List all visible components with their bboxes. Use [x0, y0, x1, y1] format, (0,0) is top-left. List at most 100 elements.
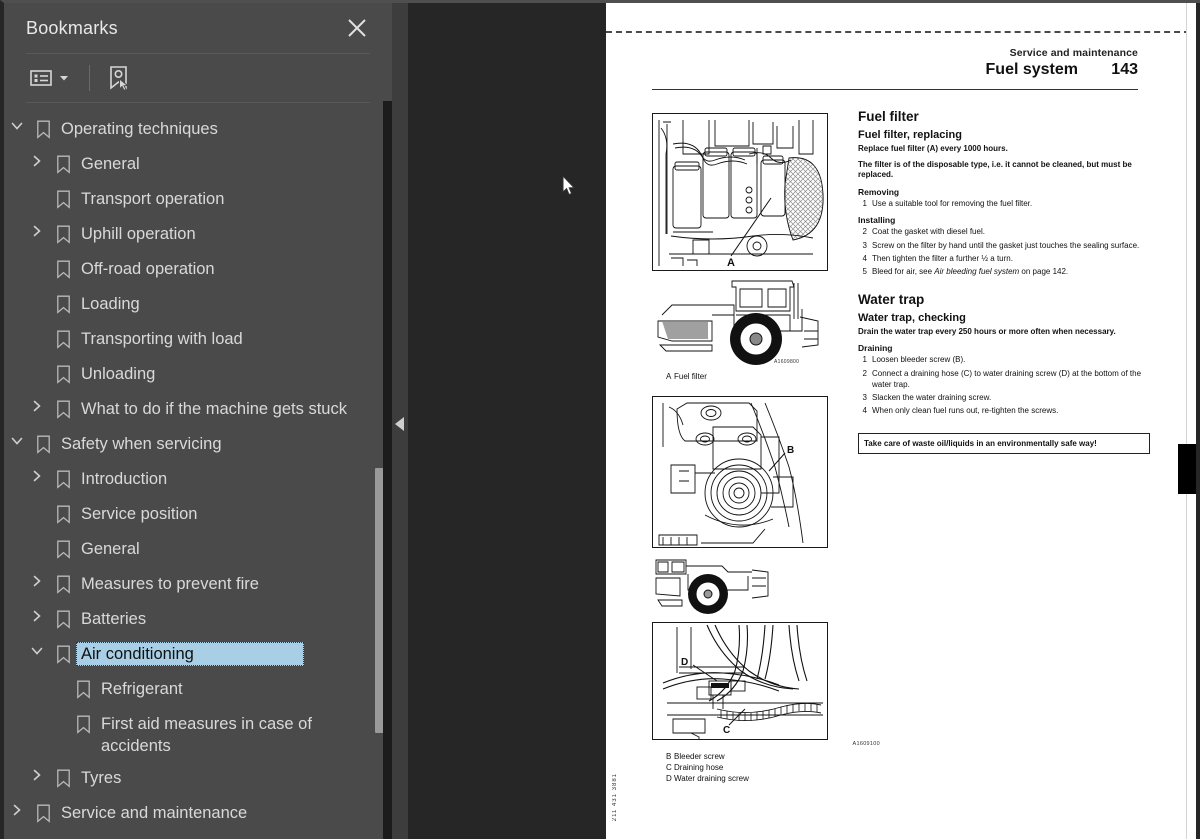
bookmark-label: Refrigerant	[101, 680, 183, 698]
bookmark-label: Service and maintenance	[61, 804, 248, 822]
bookmark-icon	[50, 607, 76, 629]
warning-box: Take care of waste oil/liquids in an env…	[858, 432, 1150, 454]
list-options-icon[interactable]	[26, 66, 73, 90]
step-number: 3	[862, 392, 867, 402]
bookmark-label: General	[81, 155, 140, 173]
step-text: Screw on the filter by hand until the ga…	[872, 240, 1140, 250]
bookmark-item-batteries[interactable]: Batteries	[4, 603, 370, 638]
bookmark-item-off-road-operation[interactable]: Off-road operation	[4, 253, 370, 288]
legend-text: Water draining screw	[674, 774, 749, 783]
section-subtitle: Water trap, checking	[858, 311, 966, 324]
chevron-down-icon[interactable]	[59, 74, 69, 82]
step-number: 4	[862, 253, 867, 263]
step-item: 2 Connect a draining hose (C) to water d…	[858, 369, 1150, 391]
legend-text: Fuel filter	[674, 372, 707, 381]
step-list: 1 Loosen bleeder screw (B). 2 Connect a …	[858, 355, 1150, 416]
bookmark-item-general[interactable]: General	[4, 533, 370, 568]
bookmark-icon	[50, 642, 76, 664]
step-item: 3 Screw on the filter by hand until the …	[858, 241, 1150, 252]
chevron-right-icon[interactable]	[24, 766, 50, 782]
group-label: Draining	[858, 343, 893, 354]
collapse-left-arrow-icon[interactable]	[394, 416, 406, 432]
bookmark-item-loading[interactable]: Loading	[4, 288, 370, 323]
bookmark-icon	[30, 432, 56, 454]
step-text: Loosen bleeder screw (B).	[872, 355, 966, 365]
bookmark-item-measures-to-prevent-fire[interactable]: Measures to prevent fire	[4, 568, 370, 603]
bookmark-item-what-to-do-if-the-machine-gets-stuck[interactable]: What to do if the machine gets stuck	[4, 393, 370, 428]
svg-text:C: C	[723, 725, 730, 736]
text-column: Fuel filter Fuel filter, replacing Repla…	[858, 109, 1150, 454]
panel-splitter[interactable]	[392, 3, 408, 839]
bookmark-icon	[70, 712, 96, 734]
page-number: 143	[1111, 61, 1138, 78]
window-right-edge	[1196, 3, 1200, 839]
chevron-down-icon[interactable]	[4, 117, 30, 133]
document-viewport: Service and maintenance Fuel system 143	[606, 0, 1200, 839]
toolbar-divider	[89, 65, 90, 91]
chevron-down-icon[interactable]	[24, 642, 50, 658]
machine-illustration: A1609800	[652, 275, 880, 367]
bookmark-label: Loading	[81, 295, 140, 313]
bookmark-item-first-aid-measures-in-case-of-accidents[interactable]: First aid measures in case of accidents	[4, 708, 370, 762]
chevron-down-icon[interactable]	[4, 432, 30, 448]
figure-draining: D C	[652, 622, 828, 740]
section-lead: Replace fuel filter (A) every 1000 hours…	[858, 144, 1008, 153]
chevron-right-icon[interactable]	[24, 467, 50, 483]
chevron-right-icon[interactable]	[24, 572, 50, 588]
bookmark-item-operating-techniques[interactable]: Operating techniques	[4, 113, 370, 148]
step-text: Then tighten the filter a further ½ a tu…	[872, 253, 1013, 263]
bookmark-item-air-conditioning[interactable]: Air conditioning	[4, 638, 370, 673]
bookmark-item-service-and-maintenance[interactable]: Service and maintenance	[4, 797, 370, 832]
bookmark-item-refrigerant[interactable]: Refrigerant	[4, 673, 370, 708]
bookmark-item-transporting-with-load[interactable]: Transporting with load	[4, 323, 370, 358]
bookmark-label: Transporting with load	[81, 330, 243, 348]
step-text: Use a suitable tool for removing the fue…	[872, 198, 1033, 208]
bookmark-item-safety-when-servicing[interactable]: Safety when servicing	[4, 428, 370, 463]
bookmark-icon	[50, 502, 76, 524]
chevron-right-icon[interactable]	[4, 801, 30, 817]
bookmark-item-tyres[interactable]: Tyres	[4, 762, 370, 797]
header-section: Fuel system	[985, 61, 1078, 78]
bookmark-item-unloading[interactable]: Unloading	[4, 358, 370, 393]
engine-line-drawing: A	[653, 114, 827, 270]
bookmark-pointer-icon[interactable]	[106, 65, 132, 91]
legend-item: D Water draining screw	[652, 773, 880, 784]
figure-water-trap: B	[652, 396, 828, 548]
step-list: 2 Coat the gasket with diesel fuel. 3 Sc…	[858, 227, 1150, 278]
chevron-right-icon[interactable]	[24, 152, 50, 168]
step-item: 3 Slacken the water draining screw.	[858, 393, 1150, 404]
figure-id-1: A1609800	[774, 359, 799, 365]
figure-fuel-filter: A	[652, 113, 828, 271]
header-chapter: Service and maintenance	[1009, 47, 1138, 59]
legend-key: D	[666, 774, 672, 783]
legend-item: B Bleeder screw	[652, 751, 880, 762]
close-icon[interactable]	[344, 15, 370, 41]
bookmark-icon	[50, 257, 76, 279]
bookmark-label: General	[81, 540, 140, 558]
section-note: The filter is of the disposable type, i.…	[858, 159, 1132, 180]
bookmark-item-service-position[interactable]: Service position	[4, 498, 370, 533]
chevron-right-icon[interactable]	[24, 397, 50, 413]
bookmark-item-general[interactable]: General	[4, 148, 370, 183]
chevron-right-icon[interactable]	[24, 607, 50, 623]
svg-text:B: B	[787, 445, 794, 456]
bookmark-item-introduction[interactable]: Introduction	[4, 463, 370, 498]
step-item: 5 Bleed for air, see Air bleeding fuel s…	[858, 267, 1150, 278]
bookmark-label: Introduction	[81, 470, 168, 488]
bookmark-item-uphill-operation[interactable]: Uphill operation	[4, 218, 370, 253]
bookmark-item-transport-operation[interactable]: Transport operation	[4, 183, 370, 218]
step-text: Coat the gasket with diesel fuel.	[872, 227, 985, 237]
bookmark-label: Off-road operation	[81, 260, 215, 278]
bookmark-label: Operating techniques	[61, 120, 218, 138]
document-scrollbar-thumb[interactable]	[1178, 444, 1198, 494]
page-title: Bookmarks	[26, 17, 118, 38]
step-text: Slacken the water draining screw.	[872, 392, 992, 402]
bookmark-label: First aid measures in case of accidents	[101, 715, 312, 755]
panel-dark-edge	[383, 101, 392, 839]
chevron-right-icon[interactable]	[24, 222, 50, 238]
